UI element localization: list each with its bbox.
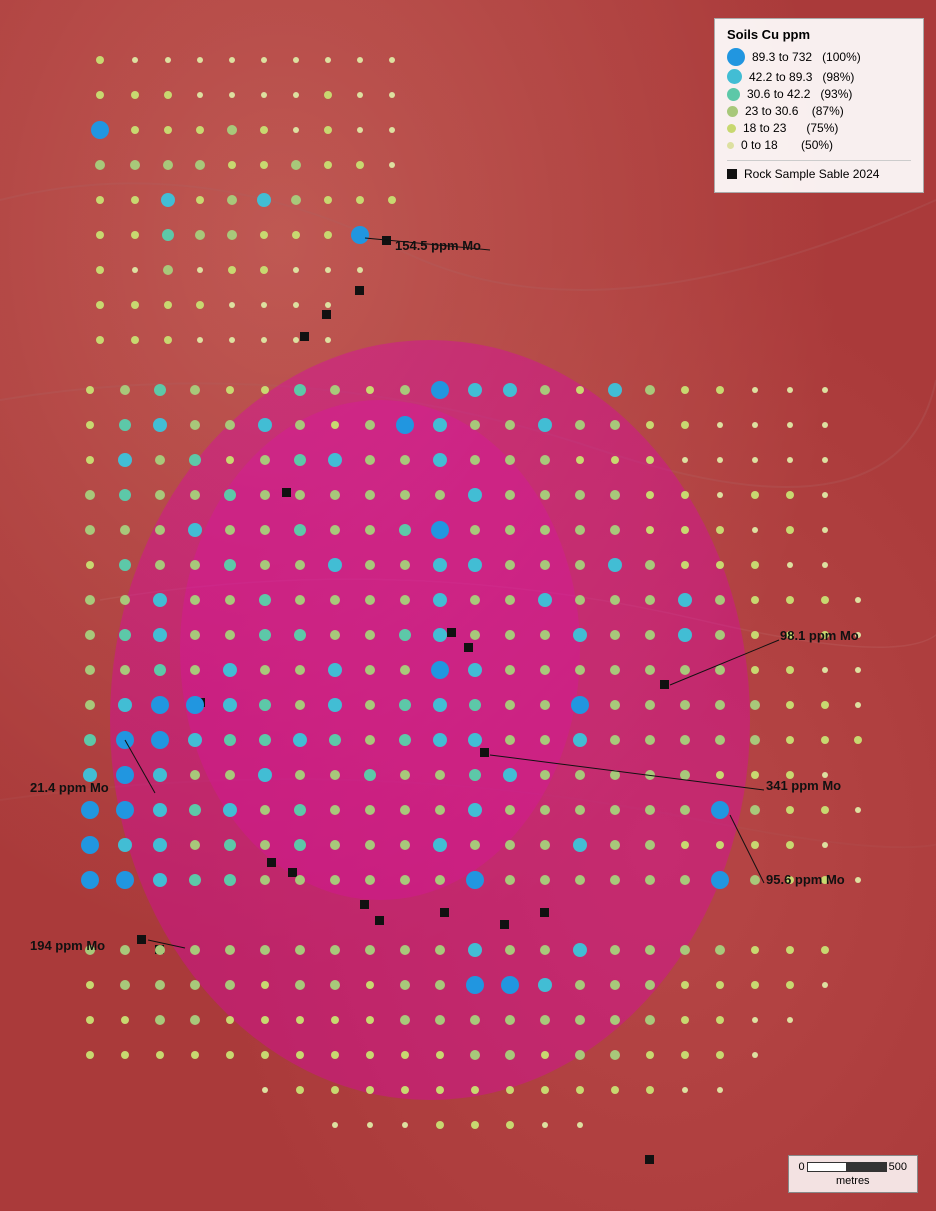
annotation-98: 98.1 ppm Mo xyxy=(780,628,859,643)
legend-label-2: 42.2 to 89.3 (98%) xyxy=(749,70,854,84)
rock-sample-square-icon xyxy=(727,169,737,179)
legend-item-3: 30.6 to 42.2 (93%) xyxy=(727,87,911,101)
legend-item-4: 23 to 30.6 (87%) xyxy=(727,104,911,118)
legend-label-4: 23 to 30.6 (87%) xyxy=(745,104,844,118)
map-container: Soils Cu ppm 89.3 to 732 (100%) 42.2 to … xyxy=(0,0,936,1211)
scale-black-segment xyxy=(847,1162,887,1172)
legend-item-5: 18 to 23 (75%) xyxy=(727,121,911,135)
annotation-95: 95.6 ppm Mo xyxy=(766,872,845,887)
scale-max-label: 500 xyxy=(889,1161,907,1173)
legend-item-2: 42.2 to 89.3 (98%) xyxy=(727,69,911,84)
legend-circle-5 xyxy=(727,124,736,133)
scale-white-segment xyxy=(807,1162,847,1172)
legend-circle-1 xyxy=(727,48,745,66)
legend-item-1: 89.3 to 732 (100%) xyxy=(727,48,911,66)
annotation-21: 21.4 ppm Mo xyxy=(30,780,109,795)
rock-sample-label: Rock Sample Sable 2024 xyxy=(744,167,879,181)
legend-item-6: 0 to 18 (50%) xyxy=(727,138,911,152)
scale-bar: 0 500 metres xyxy=(788,1155,918,1193)
scale-graphic xyxy=(807,1162,887,1172)
legend-circle-2 xyxy=(727,69,742,84)
legend-label-3: 30.6 to 42.2 (93%) xyxy=(747,87,852,101)
annotation-341: 341 ppm Mo xyxy=(766,778,841,793)
legend-circle-3 xyxy=(727,88,740,101)
legend-label-5: 18 to 23 (75%) xyxy=(743,121,838,135)
annotation-194: 194 ppm Mo xyxy=(30,938,105,953)
legend-circle-4 xyxy=(727,106,738,117)
scale-zero-label: 0 xyxy=(799,1161,805,1173)
annotation-154: 154.5 ppm Mo xyxy=(395,238,481,253)
legend-label-6: 0 to 18 (50%) xyxy=(741,138,833,152)
rock-sample-legend: Rock Sample Sable 2024 xyxy=(727,160,911,181)
scale-unit-label: metres xyxy=(799,1175,907,1187)
legend-label-1: 89.3 to 732 (100%) xyxy=(752,50,861,64)
legend: Soils Cu ppm 89.3 to 732 (100%) 42.2 to … xyxy=(714,18,924,193)
legend-title: Soils Cu ppm xyxy=(727,27,911,42)
legend-circle-6 xyxy=(727,142,734,149)
